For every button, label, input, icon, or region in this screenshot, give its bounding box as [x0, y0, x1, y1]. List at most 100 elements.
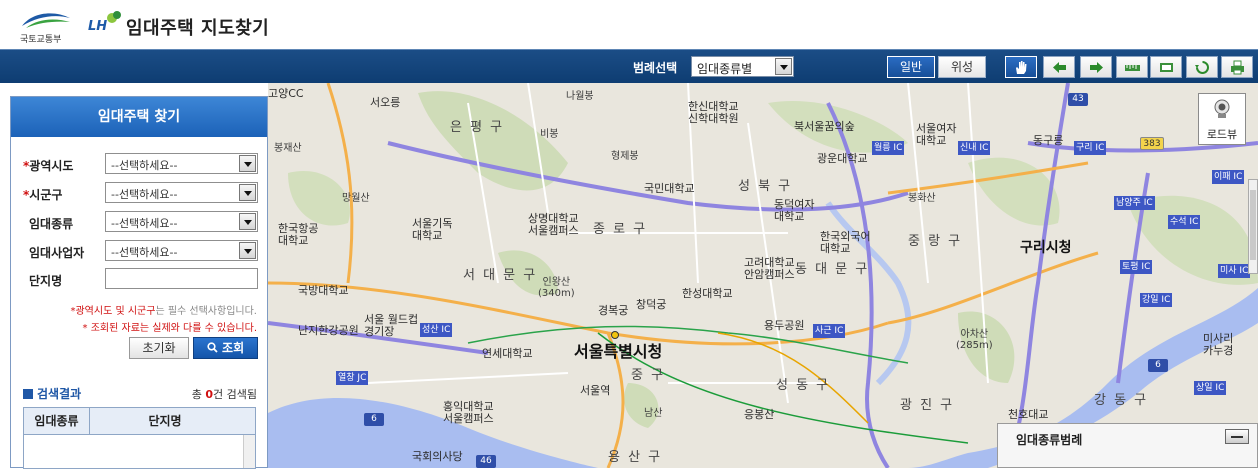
map-label-district: 동 대 문 구 [795, 262, 870, 277]
ministry-logo-icon [22, 13, 70, 28]
search-icon [207, 342, 218, 353]
map-mode-satellite-button[interactable]: 위성 [938, 56, 986, 78]
move-left-button[interactable] [1043, 56, 1075, 78]
complex-name-input[interactable] [105, 268, 258, 289]
results-count: 총 0건 검색됨 [191, 388, 257, 401]
legend-panel: 임대종류범례 [997, 423, 1258, 468]
map-label-district: 서 대 문 구 [463, 268, 538, 283]
map-label-district: 성 북 구 [738, 179, 793, 194]
route-shield: 383 [1140, 137, 1164, 150]
route-shield: 6 [1148, 359, 1168, 372]
area-measure-button[interactable] [1150, 56, 1182, 78]
map-label-poi: 천호대교 [1008, 408, 1049, 421]
route-shield: 46 [476, 455, 496, 468]
roadview-label: 로드뷰 [1206, 128, 1238, 141]
map-label-poi: 남산 [644, 408, 663, 419]
map-label-poi: 고려대학교 안암캠퍼스 [744, 256, 795, 282]
lh-logo[interactable]: LH [88, 10, 122, 36]
map-canvas[interactable]: 은 평 구 성 북 구 종 로 구 서 대 문 구 동 대 문 구 중 랑 구 … [268, 83, 1258, 468]
provider-select-value: --선택하세요-- [111, 246, 178, 259]
field-label: 임대종류 [29, 217, 74, 231]
chevron-down-icon[interactable] [239, 242, 256, 259]
disclaimer-note: * 조회된 자료는 실제와 다를 수 있습니다. [82, 323, 257, 334]
field-row-district: *시군구 --선택하세요-- [23, 182, 259, 204]
field-label: 단지명 [29, 274, 63, 288]
legend-panel-title: 임대종류범례 [1016, 433, 1083, 447]
map-mode-general-button[interactable]: 일반 [887, 56, 935, 78]
map-label-poi: 한국외국어 대학교 [820, 230, 871, 256]
field-row-rental-type: 임대종류 --선택하세요-- [23, 211, 259, 233]
chevron-down-icon[interactable] [239, 213, 256, 230]
map-label-poi: 봉화산 [908, 193, 936, 204]
refresh-icon [1195, 61, 1209, 74]
map-label-poi: 서울여자 대학교 [916, 122, 957, 148]
map-label-poi: 국민대학교 [644, 182, 695, 195]
chevron-down-icon[interactable] [239, 184, 256, 201]
map-label-poi: 한국항공 대학교 [278, 222, 319, 248]
map-label-poi: 형제봉 [611, 151, 639, 162]
map-toolbar: 범례선택 임대종류별 일반 위성 [0, 49, 1258, 83]
column-header-complex-name: 단지명 [148, 414, 182, 428]
map-label-poi: 서오릉 [370, 96, 401, 109]
area-measure-icon [1160, 63, 1173, 72]
map-zoom-scrollbar[interactable] [1248, 179, 1258, 274]
map-ic-badge: 사근 IC [813, 324, 846, 338]
rental-type-select[interactable]: --선택하세요-- [105, 211, 258, 232]
map-label-district: 중 구 [631, 368, 666, 383]
reset-button[interactable]: 초기화 [129, 337, 189, 359]
move-right-button[interactable] [1080, 56, 1112, 78]
chevron-down-icon[interactable] [239, 155, 256, 172]
map-label-poi: 서울 월드컵 경기장 [364, 313, 419, 339]
field-label: *광역시도 [23, 159, 74, 173]
map-label-poi: 홍익대학교 서울캠퍼스 [443, 400, 494, 426]
map-label-district: 종 로 구 [593, 222, 648, 237]
map-label-poi: 미사리 카누경 [1203, 332, 1234, 358]
map-label-poi: 난지한강공원 [298, 324, 359, 337]
map-label-poi: 고양CC [268, 87, 304, 100]
field-label: *시군구 [23, 188, 63, 202]
field-row-complex-name: 단지명 [23, 268, 259, 290]
reset-view-button[interactable] [1186, 56, 1218, 78]
search-button-label: 조회 [222, 341, 245, 355]
legend-select-value: 임대종류별 [697, 62, 753, 76]
map-ic-badge: 상일 IC [1194, 381, 1227, 395]
search-panel: 임대주택 찾기 *광역시도 --선택하세요-- *시군구 --선택하세요-- 임… [10, 96, 268, 469]
map-ic-badge: 수석 IC [1168, 215, 1201, 229]
map-label-poi: 응봉산 [744, 408, 775, 421]
roadview-button[interactable]: 로드뷰 [1198, 93, 1246, 145]
arrow-right-icon [1090, 62, 1103, 73]
minimize-icon[interactable] [1225, 429, 1249, 444]
map-zoom-thumb[interactable] [1250, 190, 1256, 260]
map-label-poi: 연세대학교 [482, 347, 533, 360]
ruler-icon [1125, 65, 1140, 71]
legend-select[interactable]: 임대종류별 [691, 56, 794, 77]
map-label-poi: 서울기독 대학교 [412, 217, 453, 243]
print-icon [1231, 60, 1244, 75]
province-select[interactable]: --선택하세요-- [105, 153, 258, 174]
map-ic-badge: 강일 IC [1140, 293, 1173, 307]
map-label-district: 용 산 구 [608, 450, 663, 465]
map-label-poi: 북서울꿈의숲 [794, 120, 855, 133]
map-label-guri: 구리시청 [1020, 240, 1072, 256]
distance-measure-button[interactable] [1116, 56, 1148, 78]
map-ic-badge: 신내 IC [958, 141, 991, 155]
map-label-district: 강 동 구 [1094, 393, 1149, 408]
search-button[interactable]: 조회 [193, 337, 258, 359]
district-select[interactable]: --선택하세요-- [105, 182, 258, 203]
map-label-poi: 망월산 [342, 193, 370, 204]
map-label-poi: 서울역 [580, 384, 611, 397]
route-shield: 43 [1068, 93, 1088, 106]
results-table: 임대종류 단지명 [23, 407, 256, 469]
map-label-district: 광 진 구 [900, 398, 955, 413]
legend-select-label: 범례선택 [633, 61, 678, 75]
map-label-poi: 아차산 (285m) [956, 329, 993, 351]
pan-tool-button[interactable] [1005, 56, 1037, 78]
results-table-scrollbar[interactable] [243, 435, 255, 468]
chevron-down-icon[interactable] [775, 58, 792, 75]
map-label-poi: 나월봉 [566, 91, 594, 102]
ministry-logo[interactable]: 국토교통부 [18, 8, 74, 45]
provider-select[interactable]: --선택하세요-- [105, 240, 258, 261]
district-select-value: --선택하세요-- [111, 188, 178, 201]
lh-logo-text: LH [88, 19, 108, 34]
print-button[interactable] [1221, 56, 1253, 78]
